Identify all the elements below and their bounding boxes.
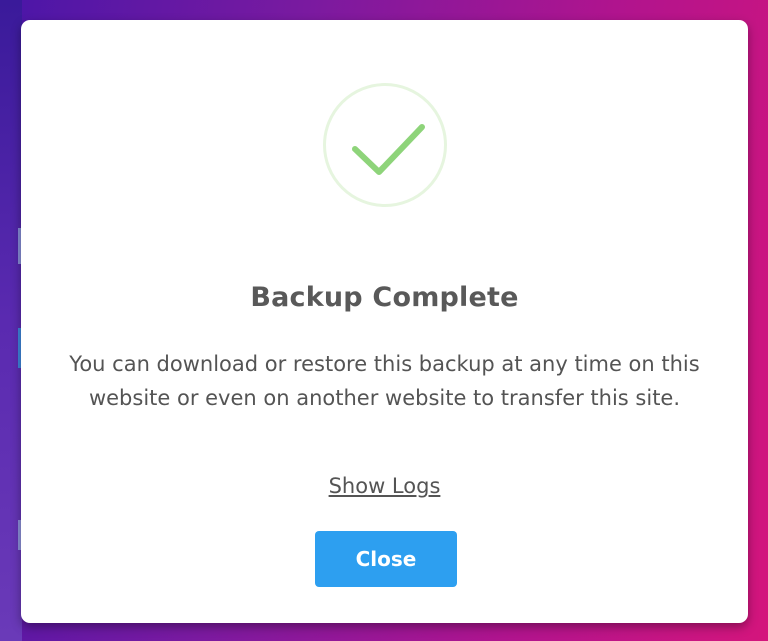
show-logs-link[interactable]: Show Logs [329,474,441,498]
backup-complete-dialog: Backup Complete You can download or rest… [21,20,748,623]
close-button[interactable]: Close [315,531,457,587]
dialog-title: Backup Complete [250,282,519,313]
success-checkmark-icon [323,83,447,207]
dialog-message: You can download or restore this backup … [69,352,700,410]
show-logs-row: Show Logs [21,474,748,498]
page-backdrop [0,0,22,641]
checkmark-icon [352,124,425,175]
